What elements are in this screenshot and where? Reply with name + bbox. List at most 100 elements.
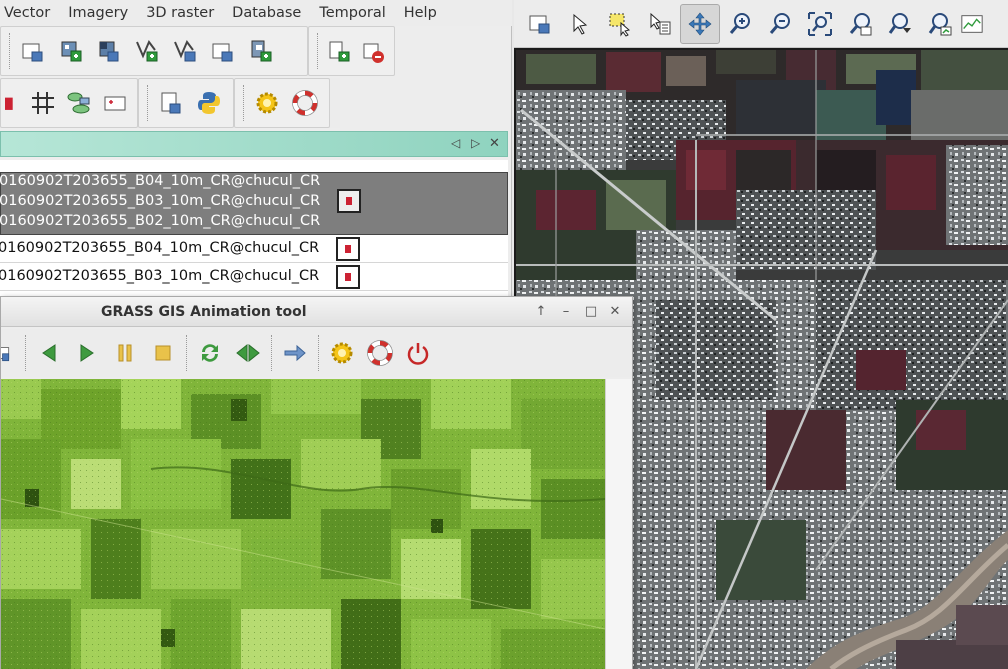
layer-select-checkbox[interactable] (336, 237, 360, 261)
import-icon (329, 41, 350, 62)
help-button[interactable] (361, 333, 399, 373)
vertical-scrollbar[interactable] (605, 379, 632, 669)
raster-calc-button[interactable] (5, 83, 25, 123)
pause-button[interactable] (106, 333, 144, 373)
zoom-in-button[interactable] (720, 4, 760, 44)
zoom-back-button[interactable] (840, 4, 880, 44)
menu-imagery[interactable]: Imagery (59, 0, 137, 26)
stop-button[interactable] (144, 333, 182, 373)
stop-icon (155, 345, 171, 361)
graphical-modeler-button[interactable] (61, 83, 97, 123)
window-maximize-icon[interactable]: □ (581, 302, 601, 322)
toolbar-separator (186, 335, 187, 371)
python-shell-icon (198, 92, 220, 114)
add-animation-button[interactable] (1, 333, 21, 373)
layer-row[interactable]: 0160902T203655_B04_10m_CR@chucul_CR (0, 235, 508, 263)
play-forward-button[interactable] (68, 333, 106, 373)
add-group-button[interactable] (242, 31, 280, 71)
python-shell-button[interactable] (190, 83, 228, 123)
window-up-icon[interactable]: ↑ (531, 302, 551, 322)
animation-canvas[interactable] (1, 379, 605, 669)
zoom-out-button[interactable] (760, 4, 800, 44)
panel-close-icon[interactable]: ✕ (489, 136, 500, 151)
overlay-button[interactable] (960, 4, 984, 44)
settings-button[interactable] (248, 83, 286, 123)
display-map-button[interactable] (520, 4, 560, 44)
add-overlay-button[interactable] (204, 31, 242, 71)
panel-right-arrow-icon[interactable]: ▷ (471, 136, 480, 150)
add-raster-button[interactable] (14, 31, 52, 71)
pan-button[interactable] (680, 3, 720, 44)
help-button[interactable] (286, 83, 324, 123)
add-overlay-icon (212, 43, 233, 62)
zoom-in-icon (729, 12, 750, 34)
select-button[interactable] (600, 4, 640, 44)
add-vector-theme-icon (174, 40, 196, 62)
loop-icon (202, 344, 218, 362)
pointer-button[interactable] (560, 4, 600, 44)
layer-toolbar (0, 26, 395, 76)
window-titlebar[interactable]: GRASS GIS Animation tool ↑ – □ ✕ (1, 297, 632, 327)
query-icon (650, 12, 671, 34)
menu-temporal[interactable]: Temporal (310, 0, 394, 26)
pan-icon (688, 12, 712, 35)
grid-icon (32, 92, 54, 114)
quit-button[interactable] (399, 333, 437, 373)
layer-tree: 0160902T203655_B04_10m_CR@chucul_CR 0160… (0, 160, 508, 300)
import-button[interactable] (322, 31, 356, 71)
overlay-icon (961, 14, 983, 33)
layer-select-checkbox[interactable] (337, 189, 361, 213)
remove-layer-button[interactable] (356, 31, 390, 71)
menu-vector[interactable]: Vector (0, 0, 59, 26)
play-forward-icon (80, 344, 94, 362)
layer-panel-header: ◁ ▷ ✕ (0, 131, 508, 157)
settings-button[interactable] (323, 333, 361, 373)
analyze-button[interactable] (920, 4, 960, 44)
toolbar-separator (25, 335, 26, 371)
add-shaded-button[interactable] (90, 31, 128, 71)
layer-name: 0160902T203655_B03_10m_CR@chucul_CR (0, 193, 321, 209)
loop-button[interactable] (191, 333, 229, 373)
menu-database[interactable]: Database (223, 0, 310, 26)
zoom-extent-button[interactable] (800, 4, 840, 44)
window-minimize-icon[interactable]: – (556, 302, 576, 322)
zoom-back-icon (849, 12, 872, 35)
menubar: Vector Imagery 3D raster Database Tempor… (0, 0, 512, 26)
layer-select-checkbox[interactable] (336, 265, 360, 289)
toolbar-separator (243, 85, 244, 121)
grid-button[interactable] (25, 83, 61, 123)
georectify-button[interactable] (97, 83, 133, 123)
add-vector-button[interactable] (128, 31, 166, 71)
window-close-icon[interactable]: ✕ (605, 302, 625, 322)
display-map-icon (529, 15, 550, 33)
zoom-menu-button[interactable] (880, 4, 920, 44)
add-vector-theme-button[interactable] (166, 31, 204, 71)
settings-icon (331, 342, 353, 364)
layer-name: 0160902T203655_B02_10m_CR@chucul_CR (0, 213, 321, 229)
menu-3d-raster[interactable]: 3D raster (137, 0, 223, 26)
layer-row[interactable]: 0160902T203655_B03_10m_CR@chucul_CR (0, 263, 508, 291)
panel-left-arrow-icon[interactable]: ◁ (451, 136, 460, 150)
layer-name: 0160902T203655_B03_10m_CR@chucul_CR (0, 268, 320, 284)
speed-button[interactable] (276, 333, 314, 373)
script-file-button[interactable] (152, 83, 190, 123)
add-rgb-button[interactable] (52, 31, 90, 71)
settings-gear-icon (256, 92, 278, 114)
menu-help[interactable]: Help (395, 0, 446, 26)
swing-button[interactable] (229, 333, 267, 373)
zoom-out-icon (769, 12, 790, 34)
layer-group-selected[interactable]: 0160902T203655_B04_10m_CR@chucul_CR 0160… (0, 172, 508, 235)
add-raster-icon (22, 43, 43, 62)
play-back-button[interactable] (30, 333, 68, 373)
zoom-menu-icon (888, 12, 911, 34)
toolbar-separator (9, 33, 10, 69)
pause-icon (118, 344, 132, 362)
toolbar-separator (318, 335, 319, 371)
toolbar-separator (317, 33, 318, 69)
layer-name: 0160902T203655_B04_10m_CR@chucul_CR (0, 173, 321, 189)
map-toolbar (514, 0, 1008, 48)
query-button[interactable] (640, 4, 680, 44)
remove-layer-icon (363, 43, 384, 63)
layer-name: 0160902T203655_B04_10m_CR@chucul_CR (0, 240, 320, 256)
layer-list-rows: 0160902T203655_B04_10m_CR@chucul_CR 0160… (0, 235, 508, 291)
